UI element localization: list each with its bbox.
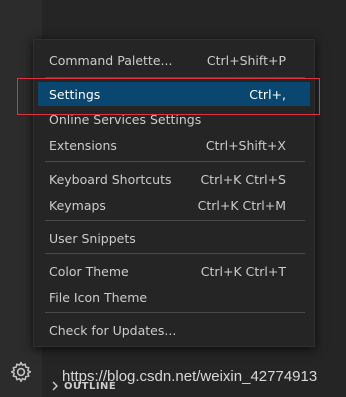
menu-separator bbox=[45, 220, 305, 221]
menu-item-label: User Snippets bbox=[49, 230, 136, 246]
menu-item-label: Command Palette... bbox=[49, 52, 173, 68]
menu-item-keymaps[interactable]: Keymaps Ctrl+K Ctrl+M bbox=[38, 193, 310, 217]
menu-item-label: File Icon Theme bbox=[49, 289, 148, 305]
menu-item-label: Settings bbox=[49, 86, 101, 102]
menu-item-user-snippets[interactable]: User Snippets bbox=[38, 226, 310, 250]
menu-separator bbox=[45, 253, 305, 254]
menu-item-label: Check for Updates... bbox=[49, 322, 177, 338]
menu-item-shortcut: Ctrl+Shift+X bbox=[205, 137, 286, 153]
menu-item-label: Keymaps bbox=[49, 197, 106, 213]
menu-item-label: Online Services Settings bbox=[49, 111, 202, 127]
menu-item-label: Color Theme bbox=[49, 263, 129, 279]
menu-item-shortcut: Ctrl+K Ctrl+S bbox=[200, 171, 286, 187]
outline-label: OUTLINE bbox=[64, 380, 117, 392]
menu-item-check-for-updates[interactable]: Check for Updates... bbox=[38, 318, 310, 342]
outline-section-header[interactable]: OUTLINE bbox=[42, 375, 346, 397]
menu-item-shortcut: Ctrl+, bbox=[249, 86, 286, 102]
menu-separator bbox=[45, 77, 305, 78]
menu-item-shortcut: Ctrl+Shift+P bbox=[206, 52, 286, 68]
vscode-window: OUTLINE Command Palette... Ctrl+Shift+P … bbox=[0, 0, 346, 397]
menu-item-extensions[interactable]: Extensions Ctrl+Shift+X bbox=[38, 133, 310, 157]
menu-separator bbox=[45, 161, 305, 162]
menu-item-file-icon-theme[interactable]: File Icon Theme bbox=[38, 285, 310, 309]
menu-item-color-theme[interactable]: Color Theme Ctrl+K Ctrl+T bbox=[38, 259, 310, 283]
gear-icon bbox=[10, 361, 32, 383]
menu-item-command-palette[interactable]: Command Palette... Ctrl+Shift+P bbox=[38, 48, 310, 72]
chevron-right-icon bbox=[46, 381, 64, 391]
menu-item-settings[interactable]: Settings Ctrl+, bbox=[38, 82, 310, 106]
menu-item-keyboard-shortcuts[interactable]: Keyboard Shortcuts Ctrl+K Ctrl+S bbox=[38, 167, 310, 191]
menu-separator bbox=[45, 312, 305, 313]
menu-item-shortcut: Ctrl+K Ctrl+M bbox=[197, 197, 286, 213]
menu-item-label: Extensions bbox=[49, 137, 117, 153]
manage-button[interactable] bbox=[8, 359, 34, 385]
manage-context-menu: Command Palette... Ctrl+Shift+P Settings… bbox=[33, 39, 315, 347]
menu-item-online-services-settings[interactable]: Online Services Settings bbox=[38, 107, 310, 131]
menu-item-label: Keyboard Shortcuts bbox=[49, 171, 172, 187]
menu-item-shortcut: Ctrl+K Ctrl+T bbox=[200, 263, 286, 279]
